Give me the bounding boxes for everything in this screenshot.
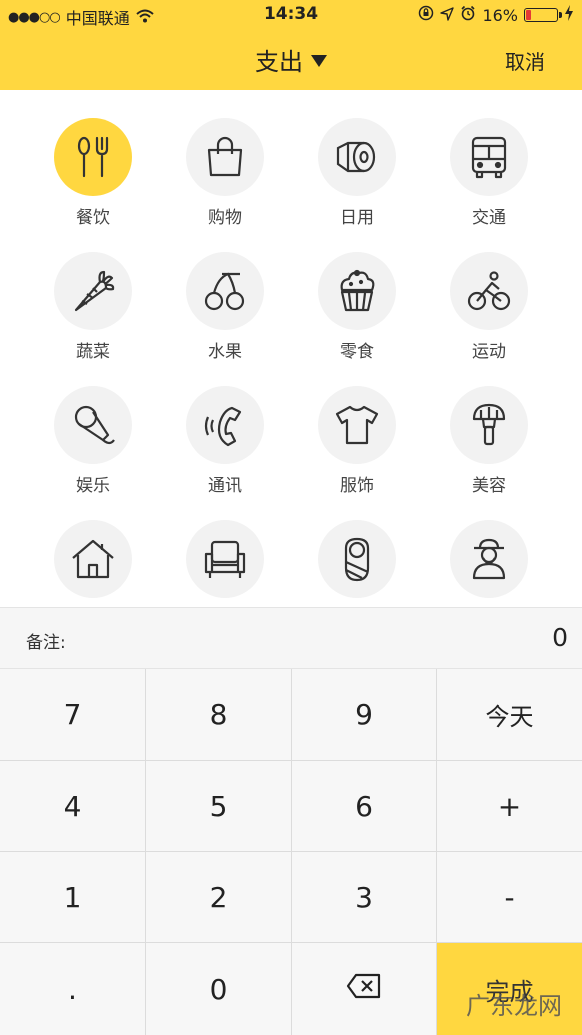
toilet-paper-icon xyxy=(318,118,396,196)
bus-icon xyxy=(450,118,528,196)
category-item[interactable]: 通讯 xyxy=(159,358,291,496)
backspace-button[interactable] xyxy=(292,943,437,1035)
key-8[interactable]: 8 xyxy=(146,669,292,761)
backspace-icon xyxy=(346,973,382,1006)
keypad: 7 8 9 今天 4 5 6 + 1 2 3 - . 0 完成 xyxy=(0,669,582,1035)
category-item[interactable]: 日用 xyxy=(291,90,423,228)
category-item[interactable]: 水果 xyxy=(159,224,291,362)
type-selector[interactable]: 支出 xyxy=(0,42,582,77)
house-icon xyxy=(54,520,132,598)
category-item[interactable]: 蔬菜 xyxy=(27,224,159,362)
battery-icon xyxy=(524,8,562,22)
decimal-key[interactable]: . xyxy=(0,943,146,1035)
utensils-icon xyxy=(54,118,132,196)
key-9[interactable]: 9 xyxy=(292,669,437,761)
watermark: 广东龙网 xyxy=(466,992,562,1020)
category-item[interactable]: 餐饮 xyxy=(27,90,159,228)
plus-button[interactable]: + xyxy=(437,761,582,852)
minus-button[interactable]: - xyxy=(437,852,582,943)
note-label: 备注: xyxy=(26,633,66,653)
page-title: 支出 xyxy=(255,48,303,76)
status-right: 16% xyxy=(418,5,574,25)
note-row[interactable]: 备注: 0 xyxy=(0,607,582,669)
cupcake-icon xyxy=(318,252,396,330)
key-0[interactable]: 0 xyxy=(146,943,292,1035)
key-1[interactable]: 1 xyxy=(0,852,146,943)
alarm-icon xyxy=(460,5,476,25)
carrot-icon xyxy=(54,252,132,330)
tshirt-icon xyxy=(318,386,396,464)
phone-icon xyxy=(186,386,264,464)
nav-bar: 支出 取消 xyxy=(0,30,582,90)
cancel-button[interactable]: 取消 xyxy=(505,46,545,75)
category-item[interactable]: 购物 xyxy=(159,90,291,228)
key-2[interactable]: 2 xyxy=(146,852,292,943)
category-item[interactable]: 娱乐 xyxy=(27,358,159,496)
key-3[interactable]: 3 xyxy=(292,852,437,943)
elder-icon xyxy=(450,520,528,598)
location-icon xyxy=(440,6,455,25)
battery-fill xyxy=(526,10,531,20)
shopping-bag-icon xyxy=(186,118,264,196)
makeup-brush-icon xyxy=(450,386,528,464)
category-item[interactable]: 居家 xyxy=(159,492,291,607)
category-item[interactable]: 长辈 xyxy=(423,492,555,607)
category-item[interactable]: 美容 xyxy=(423,358,555,496)
rotation-lock-icon xyxy=(418,5,434,25)
category-grid: 餐饮 购物 日用 交通 蔬菜 水果 零食 运动 娱乐 通讯 服饰 美容 xyxy=(0,90,582,607)
microphone-icon xyxy=(54,386,132,464)
amount-display: 0 xyxy=(552,623,568,652)
cyclist-icon xyxy=(450,252,528,330)
category-item[interactable]: 运动 xyxy=(423,224,555,362)
key-7[interactable]: 7 xyxy=(0,669,146,761)
dropdown-caret-icon xyxy=(311,55,327,67)
charging-icon xyxy=(564,5,574,25)
category-item[interactable]: 服饰 xyxy=(291,358,423,496)
baby-icon xyxy=(318,520,396,598)
category-item[interactable]: 零食 xyxy=(291,224,423,362)
today-button[interactable]: 今天 xyxy=(437,669,582,761)
category-item[interactable]: 交通 xyxy=(423,90,555,228)
key-4[interactable]: 4 xyxy=(0,761,146,852)
armchair-icon xyxy=(186,520,264,598)
key-5[interactable]: 5 xyxy=(146,761,292,852)
key-6[interactable]: 6 xyxy=(292,761,437,852)
status-bar: ●●●○○ 中国联通 14:34 16% xyxy=(0,0,582,30)
battery-percent: 16% xyxy=(482,5,518,25)
category-item[interactable]: 孩子 xyxy=(291,492,423,607)
category-item[interactable]: 住房 xyxy=(27,492,159,607)
cherry-icon xyxy=(186,252,264,330)
